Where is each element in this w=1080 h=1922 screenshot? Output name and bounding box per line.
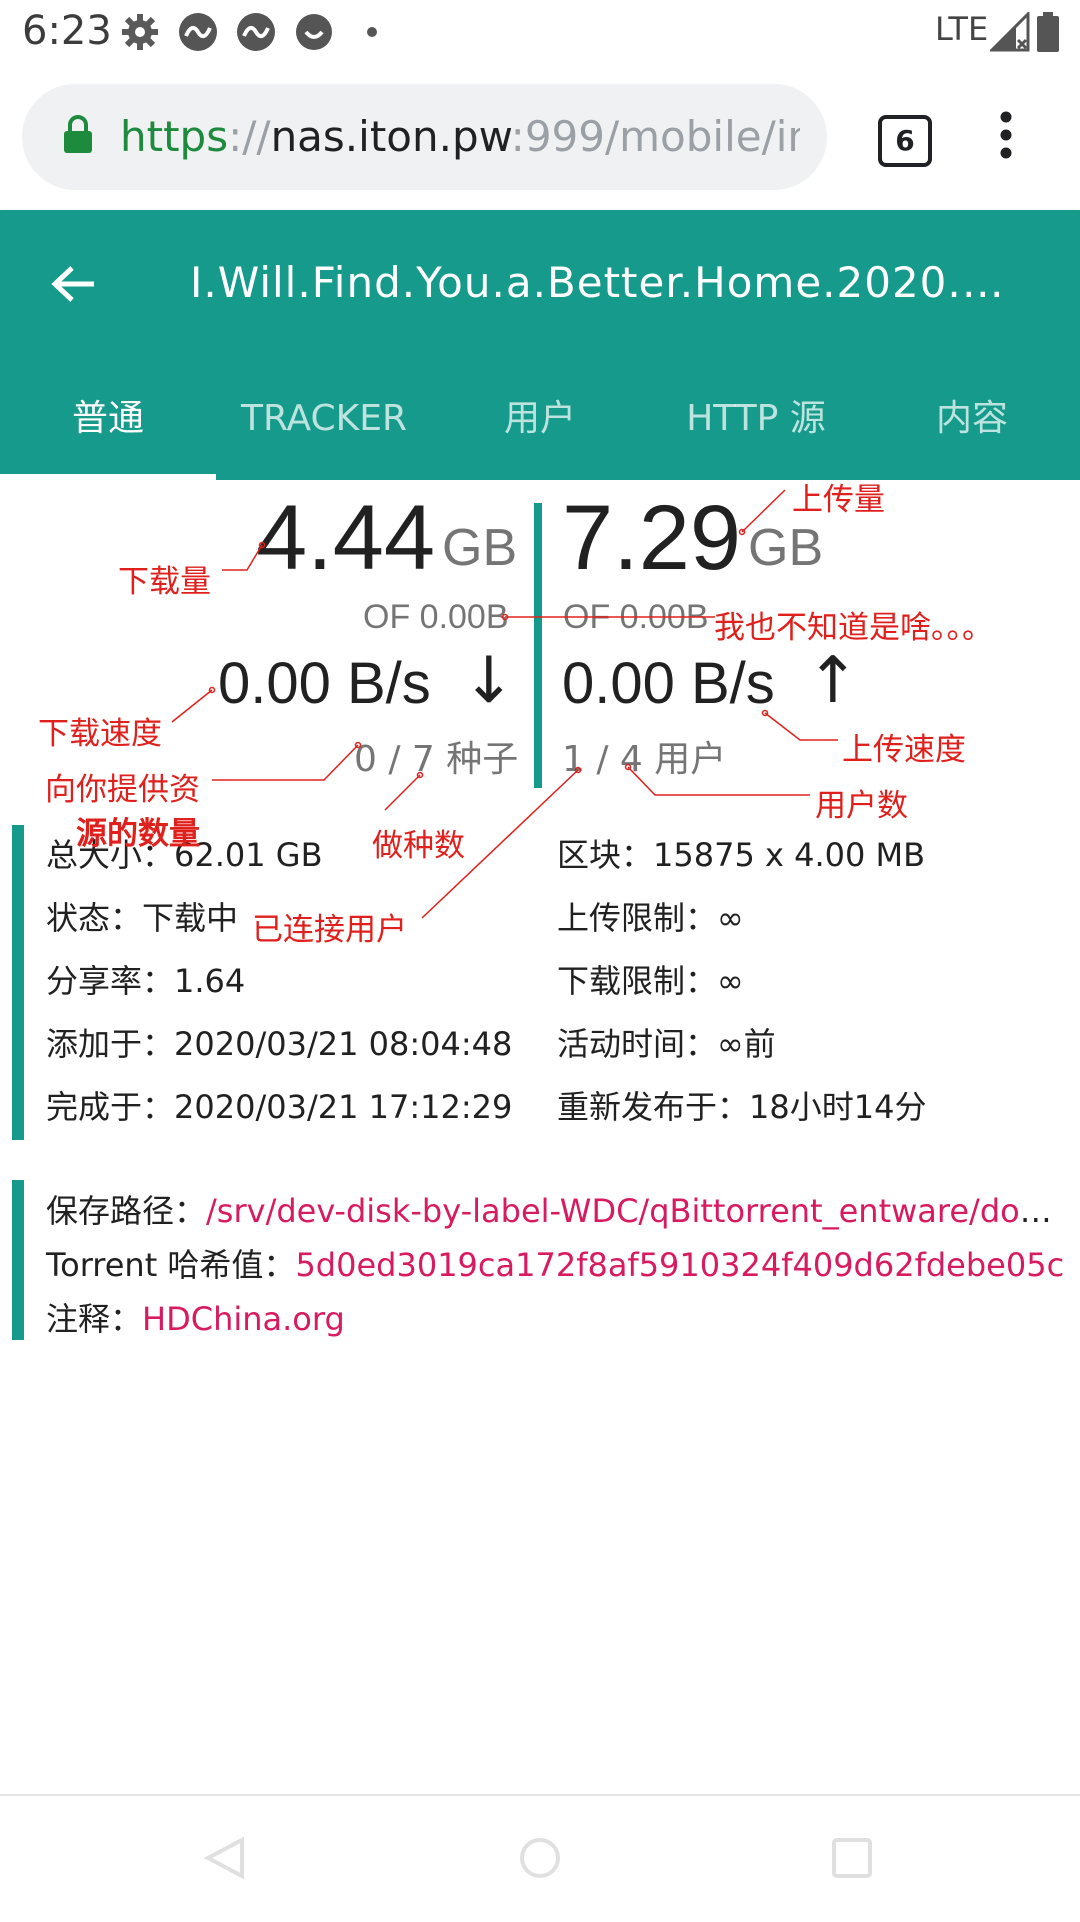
status-time: 6:23 [22, 8, 112, 54]
nav-back-icon[interactable] [204, 1836, 248, 1880]
tab-tracker[interactable]: TRACKER [216, 358, 432, 480]
uploaded-total: OF 0.00B [563, 598, 709, 636]
tab-content[interactable]: 内容 [864, 358, 1080, 480]
app-notification-icon-2 [237, 13, 275, 51]
save-path-value[interactable]: /srv/dev-disk-by-label-WDC/qBittorrent_e… [206, 1192, 1056, 1230]
uploaded-value: 7.29 [562, 487, 742, 589]
status-bar [0, 0, 1080, 64]
download-speed: 0.00 B/s [218, 651, 431, 716]
more-options-icon[interactable] [990, 110, 1022, 160]
comment-value[interactable]: HDChina.org [142, 1300, 345, 1338]
downloaded-total: OF 0.00B [363, 598, 509, 636]
info-accent-bar [12, 825, 24, 1140]
upload-arrow-icon: ↑ [806, 644, 860, 718]
torrent-title: I.Will.Find.You.a.Better.Home.2020.WEB… [190, 258, 1030, 307]
hash-value[interactable]: 5d0ed3019ca172f8af5910324f409d62fdebe05c [295, 1246, 1064, 1284]
annotation-seeders: 做种数 [372, 828, 465, 864]
save-path-label: 保存路径： [46, 1192, 207, 1230]
downloaded-value: 4.44 [256, 487, 436, 589]
state: 状态：下载中 [46, 899, 239, 937]
tab-switcher-button[interactable]: 6 [878, 115, 932, 167]
battery-icon [1037, 12, 1059, 52]
annotation-download-amount: 下载量 [118, 564, 211, 600]
face-icon [296, 14, 332, 50]
network-type: LTE [935, 10, 989, 48]
download-arrow-icon: ↓ [462, 644, 516, 718]
details-accent-bar [12, 1180, 24, 1340]
annotation-sources-line1: 向你提供资 [45, 772, 200, 808]
share-ratio: 分享率：1.64 [46, 962, 246, 1000]
more-notifications-dot-icon [367, 27, 377, 37]
settings-icon [122, 14, 158, 50]
comment-row: 注释：HDChina.org [46, 1294, 345, 1340]
reannounce: 重新发布于：18小时14分 [557, 1088, 927, 1126]
upload-limit: 上传限制：∞ [557, 899, 744, 937]
annotation-sources-line2: 源的数量 [76, 816, 200, 852]
annotation-connected-peers: 已连接用户 [252, 912, 407, 948]
app-notification-icon [179, 13, 217, 51]
annotation-unknown: 我也不知道是啥。。。 [714, 610, 993, 646]
back-arrow-icon[interactable] [50, 264, 96, 304]
active-time: 活动时间：∞前 [557, 1025, 776, 1063]
downloaded-unit: GB [442, 519, 518, 577]
url-text[interactable]: https://nas.iton.pw:999/mobile/info. [120, 112, 800, 161]
added-on: 添加于：2020/03/21 08:04:48 [46, 1025, 513, 1063]
lock-icon[interactable] [62, 115, 94, 155]
url-scheme: https [120, 112, 229, 161]
uploaded-unit: GB [748, 519, 824, 577]
url-separator: :// [228, 112, 271, 161]
url-host: nas.iton.pw [270, 112, 511, 161]
hash-row: Torrent 哈希值：5d0ed3019ca172f8af5910324f40… [46, 1240, 1064, 1286]
annotation-peer-count: 用户数 [815, 788, 908, 824]
tab-http-sources[interactable]: HTTP 源 [648, 358, 864, 480]
url-path: :999/mobile/info. [510, 112, 800, 161]
pieces: 区块：15875 x 4.00 MB [557, 836, 926, 874]
download-limit: 下载限制：∞ [557, 962, 744, 1000]
annotation-upload-amount: 上传量 [792, 482, 885, 518]
annotation-download-speed: 下载速度 [38, 716, 162, 752]
comment-label: 注释： [46, 1300, 143, 1338]
save-path-row: 保存路径：/srv/dev-disk-by-label-WDC/qBittorr… [46, 1186, 1056, 1232]
nav-recents-icon[interactable] [830, 1836, 874, 1880]
annotation-upload-speed: 上传速度 [842, 732, 966, 768]
stats-divider [534, 503, 542, 788]
signal-icon [990, 12, 1030, 52]
tab-peers[interactable]: 用户 [432, 358, 648, 480]
peers-count: 1 / 4 用户 [562, 739, 727, 780]
nav-home-icon[interactable] [518, 1836, 562, 1880]
upload-speed: 0.00 B/s [562, 651, 775, 716]
tab-general[interactable]: 普通 [0, 358, 216, 480]
hash-label: Torrent 哈希值： [46, 1246, 296, 1284]
completed-on: 完成于：2020/03/21 17:12:29 [46, 1088, 513, 1126]
active-tab-indicator [0, 474, 216, 480]
seeds-count: 0 / 7 种子 [354, 739, 519, 780]
